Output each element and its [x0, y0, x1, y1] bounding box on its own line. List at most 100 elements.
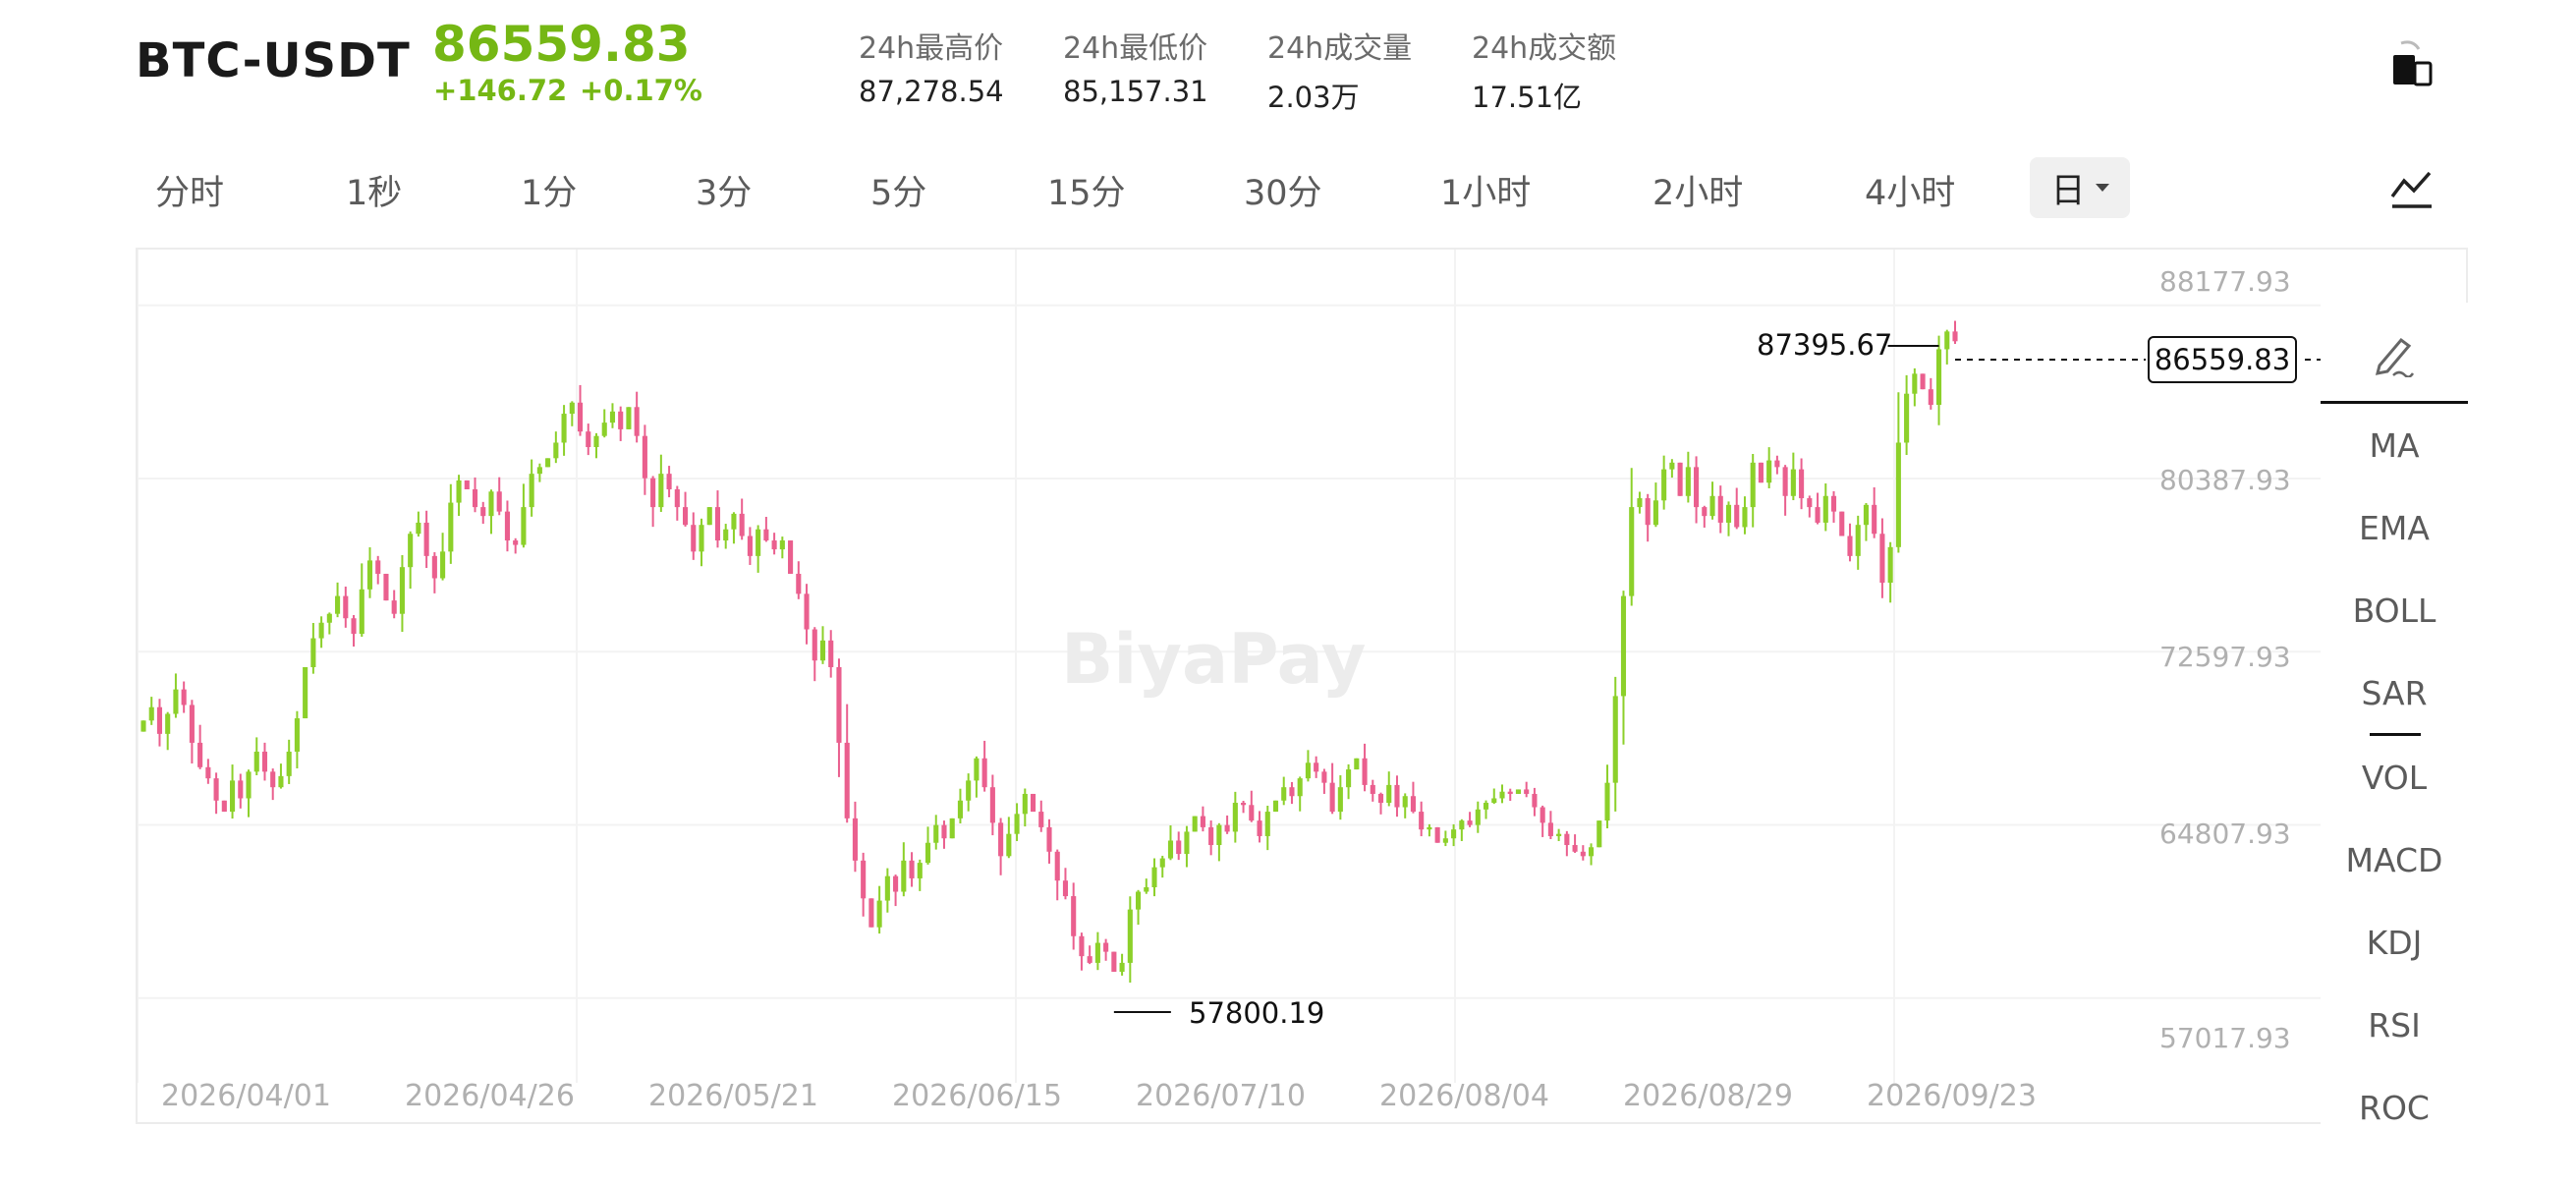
candle-body: [699, 525, 704, 552]
tab-timeframe-1[interactable]: 1秒: [346, 165, 402, 215]
candle-body: [561, 414, 567, 443]
candle-body: [1799, 469, 1805, 499]
candle-body: [1540, 807, 1545, 823]
stat-high-value: 87,278.54: [859, 75, 1004, 108]
candle-body: [739, 513, 745, 536]
candle-body: [416, 522, 421, 535]
candle-body: [1427, 826, 1432, 830]
candle-body: [181, 689, 187, 705]
candle-body: [1572, 845, 1578, 852]
candle-body: [1822, 495, 1828, 523]
tab-timeframe-8[interactable]: 2小时: [1652, 165, 1743, 215]
candle-body: [1370, 784, 1375, 794]
candle-body: [529, 474, 534, 508]
candle-body: [933, 824, 939, 843]
candle-body: [1952, 331, 1958, 342]
tab-timeframe-day-dropdown[interactable]: 日: [2030, 157, 2130, 218]
candle-body: [666, 474, 672, 489]
candle-body: [318, 622, 324, 639]
candle-body: [1159, 858, 1165, 868]
candle-body: [1151, 867, 1157, 887]
stat-volume-label: 24h成交量: [1267, 31, 1413, 66]
candle-body: [723, 529, 729, 541]
candle-body: [1136, 891, 1142, 910]
candle-body: [1402, 796, 1408, 808]
candle-body: [714, 507, 721, 541]
candle-body: [609, 411, 616, 423]
indicator-ema[interactable]: EMA: [2321, 509, 2468, 547]
candle-body: [1717, 495, 1723, 523]
candle-body: [1144, 886, 1149, 892]
candle-body: [819, 640, 826, 661]
candle-body: [1087, 956, 1092, 963]
tab-timeframe-3[interactable]: 3分: [696, 165, 752, 215]
candle-body: [270, 771, 276, 788]
candle-body: [303, 667, 308, 719]
candle-body: [1702, 507, 1708, 517]
candle-body: [828, 640, 834, 667]
candle-body: [779, 540, 785, 550]
tab-timeframe-9[interactable]: 4小时: [1865, 165, 1955, 215]
indicator-kdj[interactable]: KDJ: [2321, 924, 2468, 962]
candle-body: [464, 480, 470, 489]
candle-body: [852, 818, 858, 861]
candle-body: [1725, 504, 1732, 523]
candle-body: [586, 431, 591, 448]
tab-timeframe-4[interactable]: 5分: [870, 165, 926, 215]
candle-body: [1224, 824, 1230, 832]
candle-body: [246, 771, 252, 799]
candle-body: [197, 742, 203, 767]
candle-body: [901, 860, 907, 892]
indicator-boll[interactable]: BOLL: [2321, 592, 2468, 630]
candle-body: [998, 822, 1004, 857]
candle-body: [731, 513, 737, 530]
candle-body: [577, 402, 584, 432]
indicator-roc[interactable]: ROC: [2321, 1089, 2468, 1127]
candle-body: [1377, 793, 1384, 804]
candle-body: [691, 525, 697, 552]
candle-body: [1321, 771, 1327, 783]
candle-body: [1661, 469, 1667, 501]
price-change-percent: +0.17%: [580, 74, 702, 107]
candle-body: [1030, 793, 1036, 813]
indicator-sar[interactable]: SAR: [2321, 674, 2468, 712]
tab-timeframe-0[interactable]: 分时: [155, 165, 224, 215]
candle-body: [1329, 782, 1335, 813]
y-tick-label: 80387.93: [2159, 464, 2291, 496]
pencil-icon[interactable]: [2372, 332, 2417, 377]
tab-timeframe-6[interactable]: 30分: [1244, 165, 1322, 215]
line-chart-icon[interactable]: [2389, 167, 2435, 210]
candle-body: [448, 502, 454, 552]
candle-body: [601, 423, 607, 436]
candle-body: [335, 595, 341, 614]
candle-body: [1685, 467, 1691, 496]
candle-body: [261, 751, 268, 772]
tab-timeframe-5[interactable]: 15分: [1047, 165, 1126, 215]
stat-high-label: 24h最高价: [859, 31, 1004, 66]
candle-body: [1790, 469, 1796, 496]
stat-low-value: 85,157.31: [1063, 75, 1208, 108]
tab-timeframe-7[interactable]: 1小时: [1440, 165, 1531, 215]
candle-body: [634, 407, 640, 436]
candle-body: [683, 507, 689, 526]
caret-down-icon: [2095, 184, 2109, 192]
candle-body: [1637, 498, 1643, 508]
candle-body: [230, 780, 236, 813]
indicator-rsi[interactable]: RSI: [2321, 1006, 2468, 1044]
candle-body: [238, 780, 244, 799]
indicator-macd[interactable]: MACD: [2321, 841, 2468, 879]
candle-body: [812, 629, 817, 661]
candle-body: [1774, 460, 1780, 468]
tab-timeframe-2[interactable]: 1分: [521, 165, 577, 215]
candle-body: [1750, 462, 1756, 508]
candle-body: [747, 536, 753, 556]
landscape-toggle-icon[interactable]: [2387, 37, 2436, 94]
candle-body: [1515, 789, 1522, 794]
selected-timeframe-label: 日: [2050, 171, 2086, 211]
candle-body: [1742, 507, 1748, 528]
indicator-vol[interactable]: VOL: [2321, 759, 2468, 797]
indicator-ma[interactable]: MA: [2321, 426, 2468, 465]
candle-body: [861, 860, 867, 899]
candle-body: [949, 818, 955, 839]
stat-volume: 24h成交量 2.03万: [1267, 24, 1412, 116]
